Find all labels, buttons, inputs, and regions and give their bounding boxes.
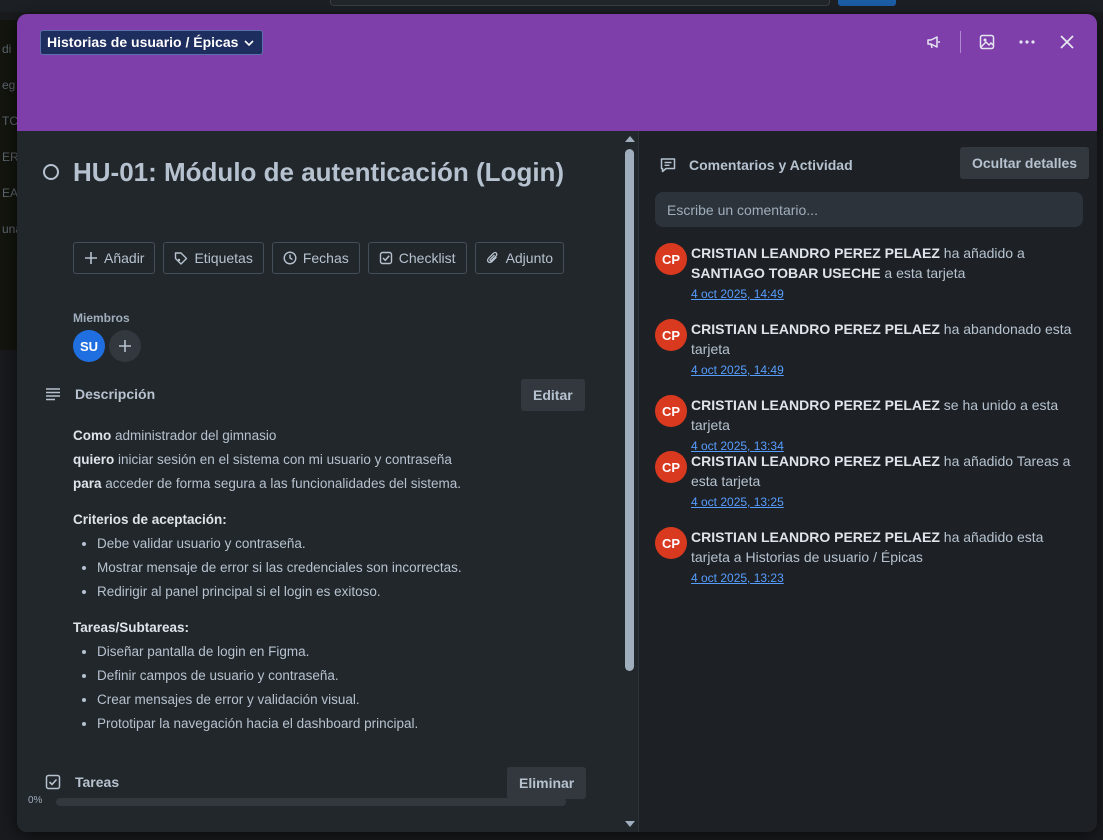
- scroll-thumb[interactable]: [625, 149, 634, 671]
- attachment-button-label: Adjunto: [505, 250, 554, 266]
- list-item: Diseñar pantalla de login en Figma.: [97, 640, 593, 664]
- add-member-button[interactable]: [109, 330, 141, 362]
- description-icon: [46, 388, 60, 401]
- board-side-label: EA: [2, 186, 19, 200]
- add-button[interactable]: Añadir: [73, 242, 156, 274]
- checklist-progress-label: 0%: [28, 795, 43, 806]
- activity-item: CP CRISTIAN LEANDRO PEREZ PELAEZ ha añad…: [655, 243, 1085, 305]
- board-side-label: TC: [2, 114, 18, 128]
- board-side-label: di: [2, 42, 12, 56]
- clock-icon: [283, 251, 297, 265]
- card-details-pane: HU-01: Módulo de autenticación (Login) A…: [17, 131, 622, 832]
- plus-icon: [85, 252, 97, 264]
- members-label: Miembros: [73, 311, 130, 325]
- list-selector-button[interactable]: Historias de usuario / Épicas: [40, 30, 264, 55]
- attachment-button[interactable]: Adjunto: [474, 242, 565, 274]
- card-title-row: HU-01: Módulo de autenticación (Login): [43, 156, 603, 189]
- checklist-progress-bar: [56, 798, 566, 806]
- labels-button[interactable]: Etiquetas: [163, 242, 264, 274]
- avatar[interactable]: CP: [655, 395, 687, 427]
- activity-text: CRISTIAN LEANDRO PEREZ PELAEZ se ha unid…: [691, 395, 1085, 457]
- activity-timestamp[interactable]: 4 oct 2025, 14:49: [691, 283, 1085, 305]
- description-body[interactable]: Como administrador del gimnasio quiero i…: [73, 424, 593, 736]
- description-line: Como administrador del gimnasio: [73, 428, 277, 443]
- image-icon[interactable]: [969, 28, 1005, 56]
- subtasks-heading: Tareas/Subtareas:: [73, 620, 190, 635]
- activity-item: CP CRISTIAN LEANDRO PEREZ PELAEZ ha añad…: [655, 451, 1085, 513]
- list-name: Historias de usuario / Épicas: [47, 34, 239, 50]
- criteria-list: Debe validar usuario y contraseña. Mostr…: [73, 532, 593, 604]
- avatar[interactable]: CP: [655, 319, 687, 351]
- edit-description-button[interactable]: Editar: [521, 379, 585, 411]
- board-side-label: una: [2, 222, 23, 236]
- divider: [960, 31, 961, 53]
- board-search[interactable]: [330, 0, 830, 6]
- checkbox-icon: [45, 774, 61, 790]
- labels-button-label: Etiquetas: [194, 250, 253, 266]
- checkbox-icon: [379, 251, 392, 265]
- description-line: quiero iniciar sesión en el sistema con …: [73, 452, 452, 467]
- activity-text: CRISTIAN LEANDRO PEREZ PELAEZ ha abandon…: [691, 319, 1085, 381]
- dates-button[interactable]: Fechas: [271, 242, 360, 274]
- board-list-edge: di eg TC ER EA una: [0, 20, 23, 350]
- list-item: Definir campos de usuario y contraseña.: [97, 664, 593, 688]
- activity-item: CP CRISTIAN LEANDRO PEREZ PELAEZ ha añad…: [655, 527, 1085, 589]
- card-title[interactable]: HU-01: Módulo de autenticación (Login): [73, 156, 564, 189]
- close-icon[interactable]: [1049, 28, 1085, 56]
- board-side-label: ER: [2, 150, 19, 164]
- complete-checkbox[interactable]: [43, 164, 59, 180]
- board-create-button[interactable]: [838, 0, 896, 6]
- add-button-label: Añadir: [104, 250, 145, 266]
- activity-text: CRISTIAN LEANDRO PEREZ PELAEZ ha añadido…: [691, 451, 1085, 513]
- description-header: Descripción: [45, 386, 155, 402]
- avatar[interactable]: CP: [655, 451, 687, 483]
- criteria-heading: Criterios de aceptación:: [73, 512, 227, 527]
- scrollbar[interactable]: [622, 131, 638, 832]
- card-cover: Historias de usuario / Épicas: [17, 14, 1097, 131]
- list-item: Crear mensajes de error y validación vis…: [97, 688, 593, 712]
- board-side-label: eg: [2, 78, 16, 92]
- checklist-button-label: Checklist: [398, 250, 456, 266]
- hide-details-button[interactable]: Ocultar detalles: [960, 147, 1090, 179]
- cover-actions: [916, 28, 1085, 56]
- comment-input[interactable]: [655, 192, 1083, 227]
- activity-text: CRISTIAN LEANDRO PEREZ PELAEZ ha añadido…: [691, 243, 1085, 305]
- activity-item: CP CRISTIAN LEANDRO PEREZ PELAEZ se ha u…: [655, 395, 1085, 457]
- checklist-title: Tareas: [75, 774, 120, 790]
- list-item: Prototipar la navegación hacia el dashbo…: [97, 712, 593, 736]
- plus-icon: [119, 340, 131, 352]
- checklist-button[interactable]: Checklist: [367, 242, 467, 274]
- more-icon[interactable]: [1009, 28, 1045, 56]
- megaphone-icon[interactable]: [916, 28, 952, 56]
- list-item: Redirigir al panel principal si el login…: [97, 580, 593, 604]
- activity-timestamp[interactable]: 4 oct 2025, 13:25: [691, 491, 1085, 513]
- card-modal: Historias de usuario / Épicas HU-01: Mód…: [17, 14, 1097, 832]
- scroll-down-arrow[interactable]: [625, 821, 635, 827]
- description-line: para acceder de forma segura a las funci…: [73, 476, 461, 491]
- avatar[interactable]: SU: [73, 330, 105, 362]
- paperclip-icon: [486, 251, 498, 264]
- activity-text: CRISTIAN LEANDRO PEREZ PELAEZ ha añadido…: [691, 527, 1085, 589]
- chevron-down-icon: [244, 39, 254, 46]
- activity-pane: Comentarios y Actividad Ocultar detalles…: [638, 131, 1097, 832]
- activity-timestamp[interactable]: 4 oct 2025, 13:23: [691, 567, 1085, 589]
- list-item: Mostrar mensaje de error si las credenci…: [97, 556, 593, 580]
- checklist-header: Tareas: [45, 774, 119, 790]
- tag-icon: [175, 252, 188, 265]
- activity-timestamp[interactable]: 4 oct 2025, 14:49: [691, 359, 1085, 381]
- scroll-up-arrow[interactable]: [625, 136, 635, 142]
- subtasks-list: Diseñar pantalla de login en Figma. Defi…: [73, 640, 593, 736]
- description-title: Descripción: [75, 386, 156, 402]
- card-actions: Añadir Etiquetas Fechas Checklist Adjunt…: [73, 242, 565, 274]
- comment-icon: [660, 158, 676, 173]
- list-item: Debe validar usuario y contraseña.: [97, 532, 593, 556]
- delete-checklist-button[interactable]: Eliminar: [507, 767, 587, 799]
- avatar[interactable]: CP: [655, 243, 687, 275]
- activity-item: CP CRISTIAN LEANDRO PEREZ PELAEZ ha aban…: [655, 319, 1085, 381]
- dates-button-label: Fechas: [302, 250, 349, 266]
- members-row: SU: [73, 330, 141, 362]
- activity-title: Comentarios y Actividad: [689, 157, 853, 173]
- avatar[interactable]: CP: [655, 527, 687, 559]
